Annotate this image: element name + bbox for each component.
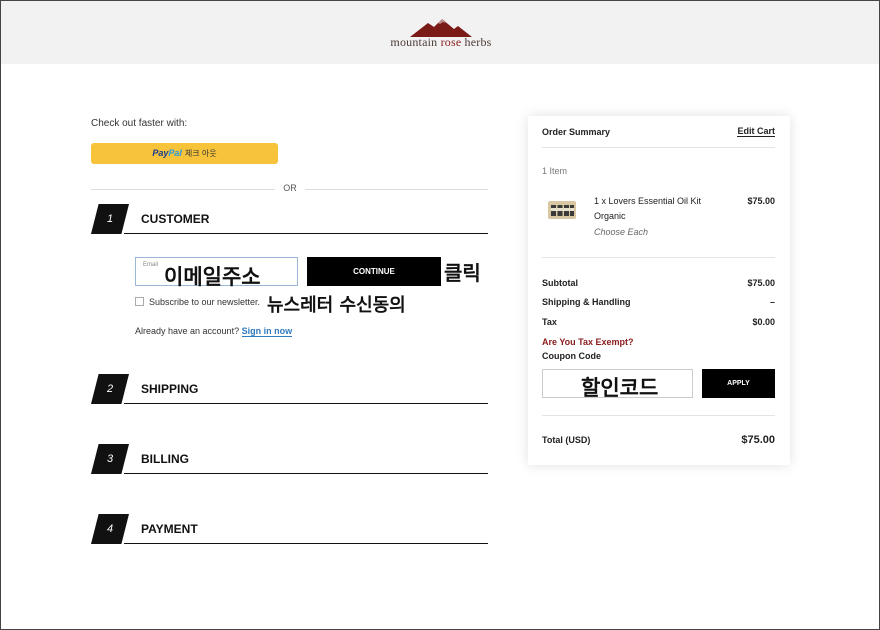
logo-wordmark: mountain rose herbs — [384, 35, 498, 50]
section-title-payment: PAYMENT — [141, 522, 198, 536]
paypal-button-label: 체크 아웃 — [184, 149, 217, 158]
step-number-badge: 4 — [91, 514, 129, 544]
or-divider-text: OR — [283, 183, 297, 193]
tax-label: Tax — [542, 317, 557, 327]
coupon-code-value: 할인코드 — [581, 376, 659, 400]
newsletter-label[interactable]: Subscribe to our newsletter. — [149, 297, 260, 307]
section-title-shipping: SHIPPING — [141, 382, 199, 396]
shipping-value: – — [769, 297, 775, 307]
section-rule — [124, 233, 488, 234]
step-shipping[interactable]: 2 SHIPPING — [91, 374, 488, 404]
divider-line-right — [305, 189, 488, 190]
sign-in-link[interactable]: Sign in now — [241, 326, 293, 337]
step-number-badge: 1 — [91, 204, 129, 234]
cart-item-option: Choose Each — [594, 227, 649, 237]
order-summary-title: Order Summary — [542, 127, 611, 137]
step-number-badge: 3 — [91, 444, 129, 474]
coupon-code-field[interactable]: 할인코드 — [542, 369, 693, 400]
apply-coupon-button[interactable]: APPLY — [702, 369, 775, 398]
paypal-logo-pay: Pay — [152, 148, 169, 158]
account-prompt-text: Already have an account? — [135, 326, 240, 336]
email-field[interactable]: Email 이메일주소 — [135, 257, 298, 289]
click-annotation: 클릭 — [444, 261, 481, 285]
order-summary-panel: Order Summary Edit Cart 1 Item 1 x Lover… — [528, 116, 790, 465]
summary-divider — [542, 257, 775, 258]
shipping-label: Shipping & Handling — [542, 297, 631, 307]
oil-kit-thumbnail-icon — [548, 199, 576, 221]
site-logo[interactable]: mountain rose herbs — [384, 17, 498, 51]
step-billing[interactable]: 3 BILLING — [91, 444, 488, 474]
section-rule — [124, 543, 488, 544]
paypal-logo-pal: Pal — [168, 148, 182, 158]
email-field-label: Email — [143, 262, 159, 268]
account-prompt: Already have an account? Sign in now — [135, 326, 293, 337]
newsletter-annotation: 뉴스레터 수신동의 — [267, 295, 406, 316]
continue-button[interactable]: CONTINUE — [307, 257, 441, 286]
coupon-code-label: Coupon Code — [542, 351, 601, 361]
item-count: 1 Item — [542, 166, 568, 176]
summary-divider — [542, 147, 775, 148]
section-rule — [124, 473, 488, 474]
mountain-logo-icon — [410, 19, 472, 37]
section-title-billing: BILLING — [141, 452, 189, 466]
site-header: mountain rose herbs — [1, 1, 879, 64]
step-customer[interactable]: 1 CUSTOMER — [91, 204, 488, 234]
logo-text-suffix: herbs — [461, 35, 492, 49]
newsletter-checkbox[interactable] — [135, 297, 144, 306]
step-payment[interactable]: 4 PAYMENT — [91, 514, 488, 544]
section-rule — [124, 403, 488, 404]
subtotal-value: $75.00 — [747, 278, 775, 288]
edit-cart-link[interactable]: Edit Cart — [737, 126, 775, 137]
cart-item-price: $75.00 — [747, 196, 775, 206]
section-title-customer: CUSTOMER — [141, 212, 210, 226]
email-field-value: 이메일주소 — [164, 265, 261, 289]
tax-exempt-link[interactable]: Are You Tax Exempt? — [542, 337, 634, 347]
step-number-badge: 2 — [91, 374, 129, 404]
total-value: $75.00 — [741, 434, 775, 446]
logo-text-rose: rose — [440, 35, 462, 49]
or-divider: OR — [91, 183, 488, 195]
cart-item-name: 1 x Lovers Essential Oil Kit Organic — [594, 196, 702, 221]
subtotal-label: Subtotal — [542, 278, 578, 288]
tax-value: $0.00 — [752, 317, 775, 327]
paypal-checkout-button[interactable]: PayPal 체크 아웃 — [91, 143, 278, 164]
total-label: Total (USD) — [542, 435, 591, 445]
summary-divider — [542, 415, 775, 416]
express-checkout-label: Check out faster with: — [91, 118, 188, 129]
logo-text-prefix: mountain — [390, 35, 441, 49]
divider-line-left — [91, 189, 275, 190]
